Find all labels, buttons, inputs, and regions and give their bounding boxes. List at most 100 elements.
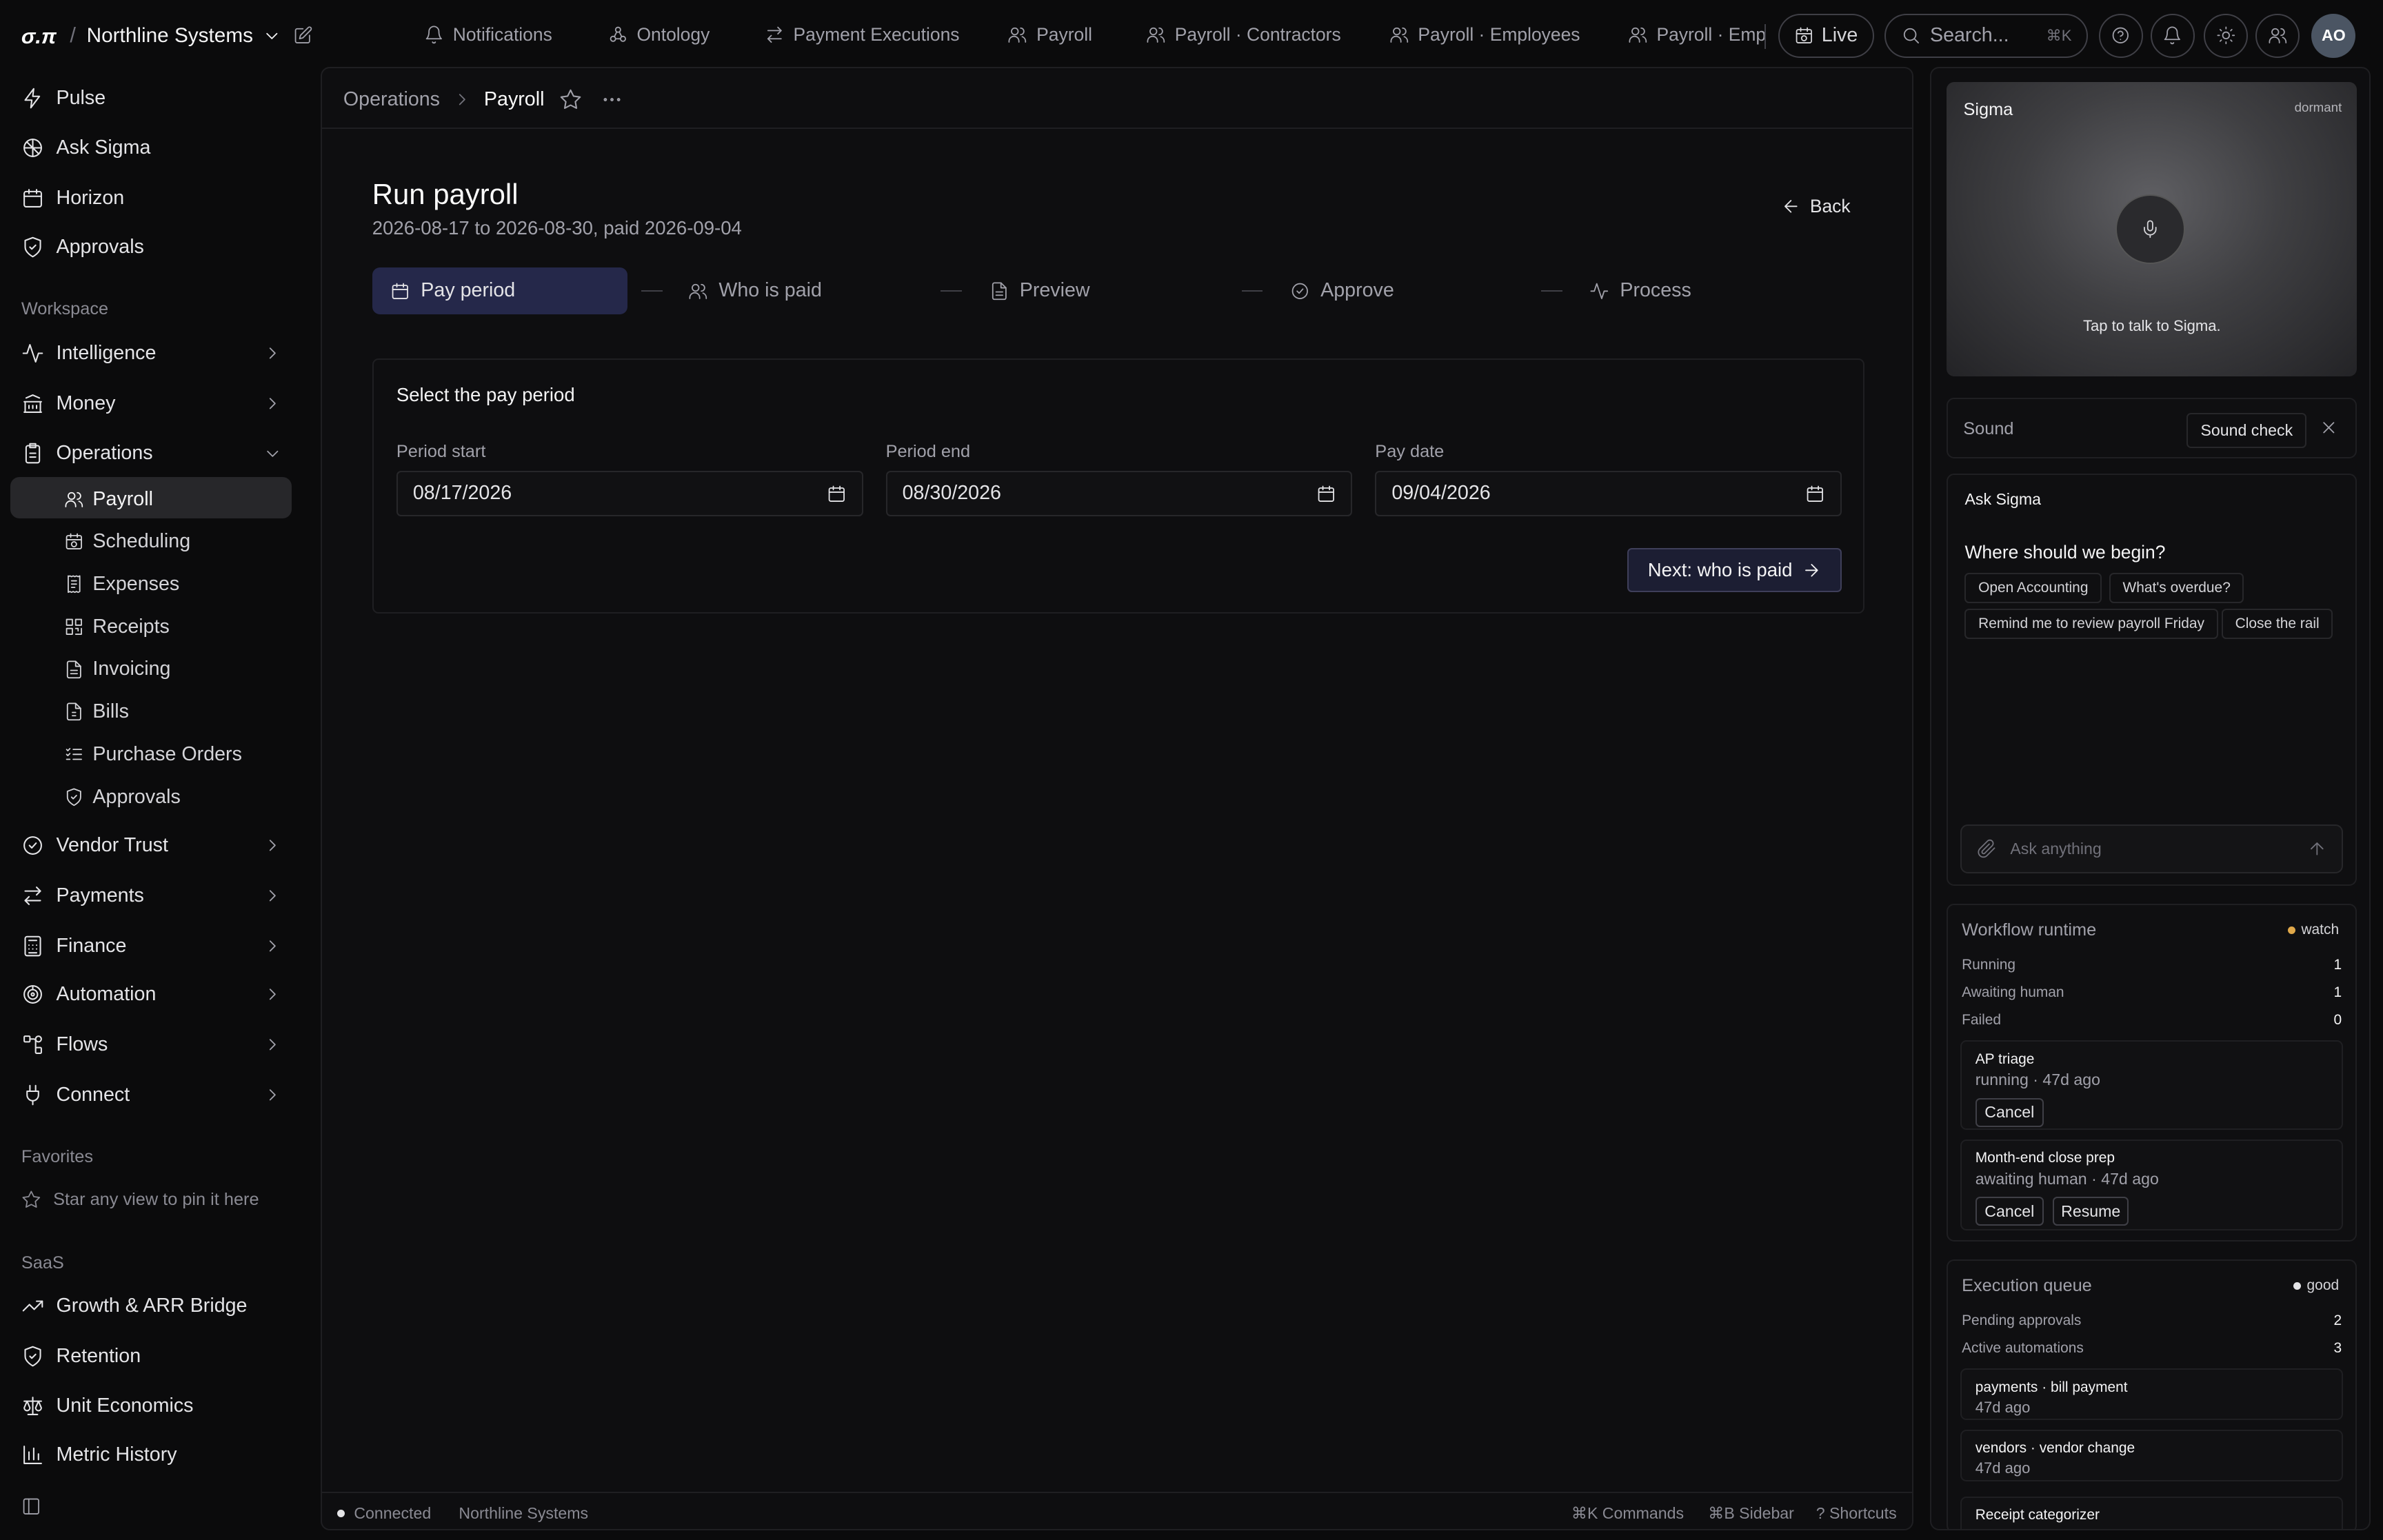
calendar-icon[interactable] xyxy=(827,484,847,504)
live-label: Live xyxy=(1821,24,1858,47)
suggestion-chip[interactable]: Close the rail xyxy=(2221,609,2333,640)
sidebar-item-connect[interactable]: Connect xyxy=(21,1084,283,1106)
stat-value: 1 xyxy=(2333,984,2342,1000)
sidebar-item-label: Unit Economics xyxy=(56,1395,194,1417)
sidebar-item-metric-history[interactable]: Metric History xyxy=(21,1443,283,1466)
favorites-empty-text: Star any view to pin it here xyxy=(53,1189,259,1209)
status-label: watch xyxy=(2301,922,2340,938)
sidebar-item-automation[interactable]: Automation xyxy=(21,983,283,1006)
back-button[interactable]: Back xyxy=(1781,196,1851,217)
more-icon[interactable] xyxy=(601,88,623,111)
sigma-voice-panel[interactable]: Sigma dormant Tap to talk to Sigma. xyxy=(1947,81,2357,377)
ask-sigma-question: Where should we begin? xyxy=(1964,542,2166,563)
calendar-icon[interactable] xyxy=(1316,484,1336,504)
theme-toggle-button[interactable] xyxy=(2203,13,2248,58)
calendar-icon[interactable] xyxy=(1805,484,1825,504)
top-nav-label: Payroll · Employees xyxy=(1418,24,1580,45)
notifications-button[interactable] xyxy=(2150,13,2195,58)
sidebar-item-payments[interactable]: Payments xyxy=(21,884,283,907)
breadcrumb: Operations Payroll xyxy=(322,68,1912,130)
step-process[interactable]: Process xyxy=(1589,267,1691,314)
arrows-icon xyxy=(765,25,785,45)
top-nav-payment-executions[interactable]: Payment Executions xyxy=(765,24,960,45)
team-button[interactable] xyxy=(2255,13,2300,58)
resume-button[interactable]: Resume xyxy=(2053,1197,2129,1226)
next-button[interactable]: Next: who is paid xyxy=(1627,548,1842,593)
search-placeholder: Search... xyxy=(1929,24,2009,47)
queue-item[interactable]: vendors · vendor change 47d ago xyxy=(1960,1429,2344,1481)
sidebar-item-scheduling[interactable]: Scheduling xyxy=(64,530,190,553)
sidebar-item-ops-approvals[interactable]: Approvals xyxy=(64,786,181,809)
step-who-is-paid[interactable]: Who is paid xyxy=(688,267,822,314)
stat-value: 1 xyxy=(2333,957,2342,973)
step-connector xyxy=(1540,290,1562,292)
sidebar-item-retention[interactable]: Retention xyxy=(21,1345,283,1368)
clipboard-icon xyxy=(21,442,44,465)
sidebar-item-finance[interactable]: Finance xyxy=(21,935,283,958)
sidebar-item-receipts[interactable]: Receipts xyxy=(64,616,170,638)
help-button[interactable] xyxy=(2098,13,2143,58)
sidebar-item-unit-economics[interactable]: Unit Economics xyxy=(21,1395,283,1417)
sidebar-item-intelligence[interactable]: Intelligence xyxy=(21,342,283,365)
search-shortcut: ⌘K xyxy=(2046,26,2072,44)
sidebar-item-approvals[interactable]: Approvals xyxy=(21,236,283,259)
sidebar-item-vendor-trust[interactable]: Vendor Trust xyxy=(21,834,283,857)
commands-shortcut[interactable]: ⌘K Commands xyxy=(1571,1504,1684,1523)
search-input[interactable]: Search... ⌘K xyxy=(1884,13,2089,58)
suggestion-chip[interactable]: Open Accounting xyxy=(1964,572,2102,603)
cancel-button[interactable]: Cancel xyxy=(1975,1197,2044,1226)
sidebar-shortcut[interactable]: ⌘B Sidebar xyxy=(1708,1504,1794,1523)
top-nav-payroll-contractors[interactable]: Payroll · Contractors xyxy=(1146,24,1341,45)
top-nav-ontology[interactable]: Ontology xyxy=(608,24,710,45)
sidebar-item-pulse[interactable]: Pulse xyxy=(21,87,283,110)
step-preview[interactable]: Preview xyxy=(989,267,1090,314)
period-start-field[interactable]: 08/17/2026 xyxy=(396,470,863,516)
close-icon[interactable] xyxy=(2319,418,2339,438)
live-button[interactable]: Live xyxy=(1778,13,1874,58)
sidebar-item-growth-arr-bridge[interactable]: Growth & ARR Bridge xyxy=(21,1295,283,1317)
sidebar-item-invoicing[interactable]: Invoicing xyxy=(64,658,170,680)
queue-item[interactable]: payments · bill payment 47d ago xyxy=(1960,1368,2344,1421)
plug-icon xyxy=(21,1084,44,1106)
sidebar-item-ask-sigma[interactable]: Ask Sigma xyxy=(21,136,283,159)
microphone-button[interactable] xyxy=(2115,194,2186,265)
step-pay-period[interactable]: Pay period xyxy=(372,267,628,315)
suggestion-chip[interactable]: What's overdue? xyxy=(2109,572,2244,603)
sidebar-item-flows[interactable]: Flows xyxy=(21,1033,283,1056)
sidebar-item-operations[interactable]: Operations xyxy=(21,442,283,465)
connection-label: Connected xyxy=(354,1503,432,1522)
pay-date-field[interactable]: 09/04/2026 xyxy=(1375,470,1842,516)
send-arrow-icon[interactable] xyxy=(2307,839,2327,859)
edit-icon[interactable] xyxy=(293,26,313,45)
chevron-down-icon xyxy=(262,26,282,46)
sidebar-item-money[interactable]: Money xyxy=(21,392,283,415)
brand-logo[interactable]: σ.π xyxy=(21,24,57,49)
top-nav-label: Notifications xyxy=(452,24,552,45)
star-icon[interactable] xyxy=(559,88,582,111)
attachment-icon[interactable] xyxy=(1977,839,1997,859)
step-approve[interactable]: Approve xyxy=(1290,267,1394,314)
avatar[interactable]: AO xyxy=(2311,13,2356,58)
sidebar-item-payroll[interactable]: Payroll xyxy=(64,488,153,511)
sidebar-item-bills[interactable]: Bills xyxy=(64,700,129,723)
toggle-sidebar-button[interactable] xyxy=(21,1497,52,1517)
top-nav-payroll-employees[interactable]: Payroll · Employees xyxy=(1389,24,1580,45)
main-content: Operations Payroll Run payroll 2026-08-1… xyxy=(321,66,1913,1530)
suggestion-chip[interactable]: Remind me to review payroll Friday xyxy=(1964,609,2218,640)
ask-input[interactable]: Ask anything xyxy=(1960,824,2344,873)
top-nav-payroll[interactable]: Payroll xyxy=(1007,24,1092,45)
sidebar-item-purchase-orders[interactable]: Purchase Orders xyxy=(64,743,242,766)
sound-check-button[interactable]: Sound check xyxy=(2186,413,2307,448)
sidebar-item-horizon[interactable]: Horizon xyxy=(21,187,283,210)
sidebar-item-expenses[interactable]: Expenses xyxy=(64,573,179,596)
top-nav-notifications[interactable]: Notifications xyxy=(424,24,552,45)
period-end-field[interactable]: 08/30/2026 xyxy=(885,470,1353,516)
file-text-icon xyxy=(64,702,84,722)
top-nav-payroll-emp[interactable]: Payroll · Emp xyxy=(1628,24,1766,45)
breadcrumb-parent[interactable]: Operations xyxy=(343,88,440,111)
cancel-button[interactable]: Cancel xyxy=(1975,1097,2044,1127)
org-switcher[interactable]: Northline Systems xyxy=(87,24,282,48)
chevron-right-icon xyxy=(263,936,283,956)
shortcuts-help[interactable]: ? Shortcuts xyxy=(1816,1504,1897,1523)
queue-item[interactable]: Receipt categorizer xyxy=(1960,1496,2344,1529)
